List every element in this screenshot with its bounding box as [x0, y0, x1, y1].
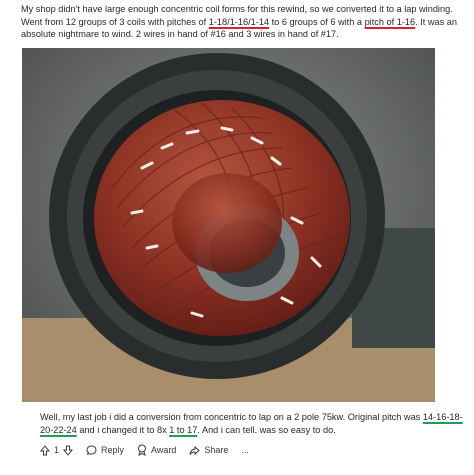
comment-action-bar: 1 Reply Award Share ... — [40, 443, 249, 457]
speech-bubble-icon — [86, 444, 97, 456]
award-icon — [137, 444, 147, 456]
reply-button[interactable]: Reply — [86, 444, 125, 456]
reply-label: Reply — [101, 445, 125, 455]
vote-group: 1 — [40, 444, 74, 456]
share-label: Share — [204, 445, 229, 455]
share-arrow-icon — [189, 445, 201, 456]
stator-winding-image — [22, 48, 435, 402]
arrow-down-icon[interactable] — [63, 445, 74, 456]
highlight-pitches-original: 1-18/1-16/1-14 — [208, 16, 270, 27]
more-options-button[interactable]: ... — [241, 445, 249, 455]
post-text-2: to 6 groups of 6 with a — [269, 16, 365, 27]
reply-body: Well, my last job i did a conversion fro… — [40, 411, 470, 436]
arrow-up-icon[interactable] — [40, 444, 50, 456]
share-button[interactable]: Share — [189, 445, 228, 456]
reply-text-3: . And i can tell. was so easy to do. — [197, 424, 336, 435]
reply-text-2: and i changed it to 8x — [76, 424, 170, 435]
reply-text-1: Well, my last job i did a conversion fro… — [40, 412, 423, 422]
highlight-pitch-new: pitch of 1-16 — [364, 16, 416, 27]
motor-stator-photo[interactable] — [22, 48, 435, 402]
vote-count: 1 — [54, 445, 60, 455]
award-button[interactable]: Award — [137, 444, 176, 456]
highlight-new-pitch: 1 to 17 — [169, 424, 198, 435]
post-body: My shop didn't have large enough concent… — [21, 3, 469, 41]
award-label: Award — [151, 445, 177, 455]
ellipsis-icon: ... — [241, 445, 249, 455]
